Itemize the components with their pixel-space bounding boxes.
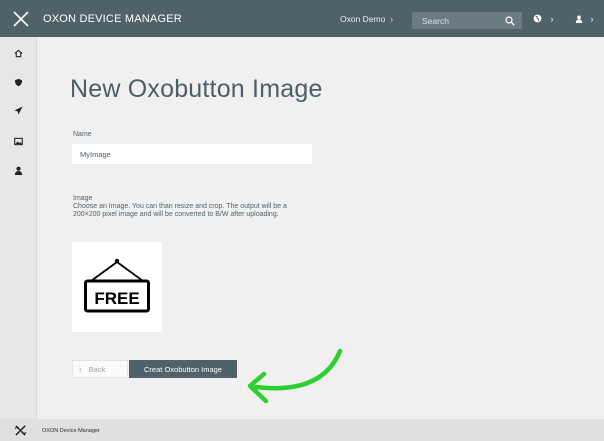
language-menu[interactable]: › <box>533 14 554 24</box>
footer-text: OXON Device Manager <box>42 428 100 434</box>
account-name: Oxon Demo <box>340 14 386 24</box>
app-title[interactable]: OXON DEVICE MANAGER <box>43 13 182 25</box>
top-bar: OXON DEVICE MANAGER Oxon Demo › › › <box>0 0 604 37</box>
chevron-right-icon: › <box>390 15 394 24</box>
search-box <box>412 12 522 29</box>
footer: OXON Device Manager <box>0 419 604 441</box>
search-input[interactable] <box>412 12 500 29</box>
oxon-logo-icon <box>14 425 27 436</box>
home-icon <box>14 49 22 57</box>
user-icon <box>14 166 22 175</box>
chevron-left-icon: ‹ <box>79 364 82 374</box>
shield-icon <box>14 78 22 86</box>
green-arrow-annotation-icon <box>247 348 343 404</box>
main-content: New Oxobutton Image Name Image Choose an… <box>37 37 604 419</box>
back-button-label: Back <box>88 364 106 374</box>
chevron-right-icon: › <box>590 14 594 24</box>
image-label: Image <box>73 195 93 202</box>
image-icon <box>13 137 23 145</box>
sidebar <box>0 37 37 419</box>
sidebar-item-home[interactable] <box>0 41 36 65</box>
close-x-logo-icon[interactable] <box>13 11 29 27</box>
send-icon <box>13 105 23 115</box>
account-switcher[interactable]: Oxon Demo › <box>340 14 393 24</box>
user-icon <box>575 15 583 23</box>
search-icon[interactable] <box>505 16 515 26</box>
image-help-text: Choose an Image. You can than resize and… <box>73 203 287 218</box>
name-label: Name <box>73 131 92 138</box>
user-menu[interactable]: › <box>575 14 594 24</box>
sidebar-item-send[interactable] <box>0 98 36 122</box>
sign-text: FREE <box>94 289 139 308</box>
sidebar-item-security[interactable] <box>0 70 36 94</box>
free-sign-image: FREE <box>84 258 150 313</box>
sidebar-item-images[interactable] <box>0 129 36 153</box>
create-button-label: Creat Oxobutton Image <box>144 364 222 374</box>
back-button[interactable]: ‹ Back <box>72 360 128 378</box>
create-image-button[interactable]: Creat Oxobutton Image <box>129 360 237 378</box>
chevron-right-icon: › <box>550 14 554 24</box>
image-preview[interactable]: FREE <box>72 242 162 332</box>
name-input[interactable] <box>72 144 312 164</box>
globe-icon <box>533 14 542 23</box>
sidebar-item-users[interactable] <box>0 158 36 182</box>
page-title: New Oxobutton Image <box>70 75 323 103</box>
